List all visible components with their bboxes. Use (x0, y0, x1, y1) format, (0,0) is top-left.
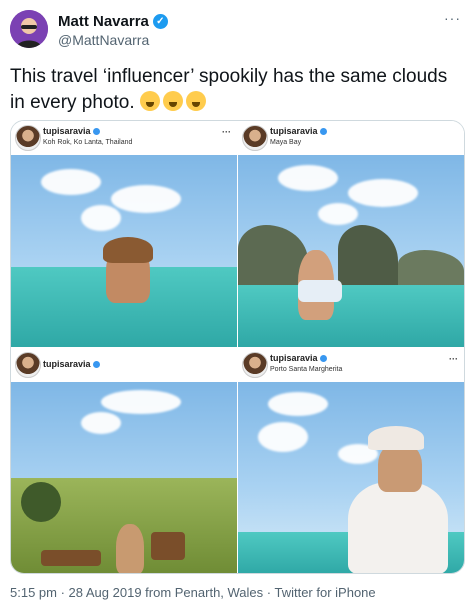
post-photo (238, 155, 464, 347)
astonished-face-emoji-icon (139, 91, 160, 111)
post-verified-icon (92, 127, 100, 135)
tweet-metadata[interactable]: 5:15 pm · 28 Aug 2019 from Penarth, Wale… (10, 585, 376, 600)
post-photo (238, 382, 464, 573)
post-username-text: tupisaravia (43, 359, 91, 369)
tweet-media-grid[interactable]: tupisaravia Koh Rok, Ko Lanta, Thailand … (10, 120, 465, 574)
instagram-post-1[interactable]: tupisaravia Koh Rok, Ko Lanta, Thailand … (11, 121, 237, 347)
more-options-icon[interactable]: ··· (444, 10, 461, 26)
post-location: Koh Rok, Ko Lanta, Thailand (43, 139, 133, 146)
author-handle[interactable]: @MattNavarra (58, 32, 149, 48)
instagram-post-2[interactable]: tupisaravia Maya Bay (238, 121, 464, 347)
post-verified-icon (319, 127, 327, 135)
post-username: tupisaravia (270, 126, 327, 136)
post-header: tupisaravia Maya Bay (238, 121, 464, 155)
tweet-text: This travel ‘influencer’ spookily has th… (10, 64, 465, 116)
post-verified-icon (92, 360, 100, 368)
post-location: Porto Santa Margherita (270, 366, 343, 373)
post-username: tupisaravia (270, 353, 327, 363)
post-avatar (15, 352, 41, 378)
author-name[interactable]: Matt Navarra ✓ (58, 13, 168, 30)
post-username: tupisaravia (43, 359, 100, 369)
thinking-face-emoji-icon (162, 91, 183, 111)
post-username-text: tupisaravia (270, 126, 318, 136)
post-avatar (15, 125, 41, 151)
author-avatar[interactable] (10, 10, 48, 48)
instagram-post-4[interactable]: tupisaravia Porto Santa Margherita ··· (238, 348, 464, 573)
instagram-post-3[interactable]: tupisaravia (11, 348, 237, 573)
grinning-squinting-face-emoji-icon (185, 91, 206, 111)
tweet-body: This travel ‘influencer’ spookily has th… (10, 66, 448, 113)
post-avatar (242, 125, 268, 151)
post-location: Maya Bay (270, 139, 302, 146)
post-username: tupisaravia (43, 126, 100, 136)
post-verified-icon (319, 354, 327, 362)
verified-badge-icon: ✓ (152, 14, 168, 29)
post-header: tupisaravia Koh Rok, Ko Lanta, Thailand … (11, 121, 237, 155)
post-header: tupisaravia Porto Santa Margherita ··· (238, 348, 464, 382)
author-name-text[interactable]: Matt Navarra (58, 13, 149, 30)
post-photo (11, 155, 237, 347)
post-photo (11, 382, 237, 573)
post-more-icon: ··· (449, 354, 458, 364)
post-username-text: tupisaravia (270, 353, 318, 363)
post-avatar (242, 352, 268, 378)
post-more-icon: ··· (222, 127, 231, 137)
post-username-text: tupisaravia (43, 126, 91, 136)
post-header: tupisaravia (11, 348, 237, 382)
